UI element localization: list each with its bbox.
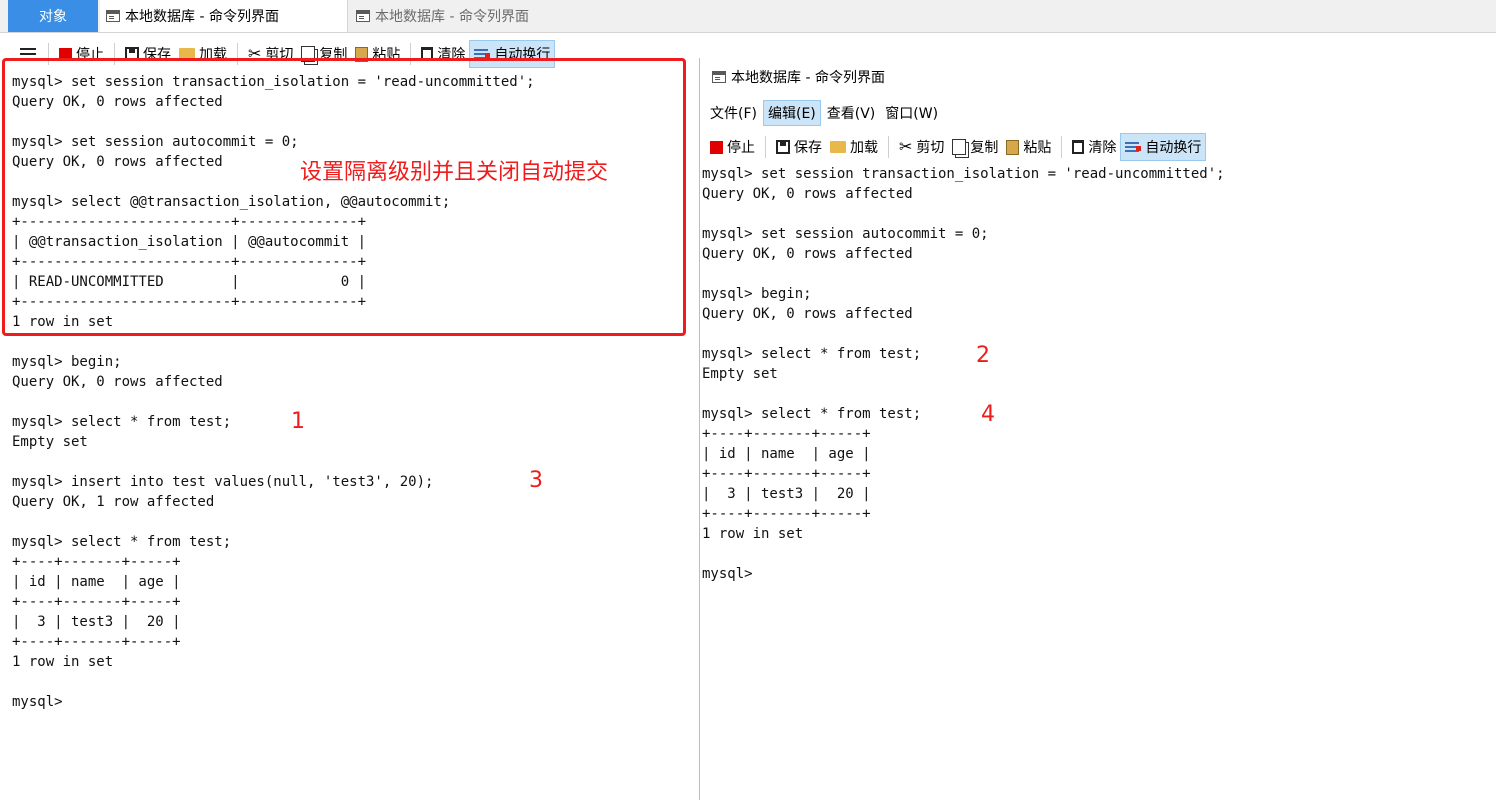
clear-button[interactable]: 清除: [1068, 133, 1120, 161]
annotation-step-3: 3: [529, 468, 543, 493]
word-wrap-icon: [1125, 140, 1142, 154]
copy-icon: [952, 139, 967, 155]
right-window-title: 本地数据库 - 命令列界面: [731, 70, 885, 86]
paste-label: 粘贴: [1023, 140, 1052, 156]
tab-command-line-1-label: 本地数据库 - 命令列界面: [125, 9, 279, 25]
terminal-window-icon: [356, 10, 370, 22]
terminal-window-icon: [712, 71, 726, 83]
menu-file[interactable]: 文件(F): [706, 101, 761, 125]
toolbar-divider: [765, 136, 766, 158]
annotation-step-4: 4: [981, 402, 995, 427]
tab-bar: 对象 本地数据库 - 命令列界面 本地数据库 - 命令列界面: [0, 0, 1496, 33]
terminal-window-icon: [106, 10, 120, 22]
right-toolbar: 停止 保存 加载 ✂ 剪切 复制 粘贴 清除 自动换行: [706, 131, 1207, 163]
word-wrap-button[interactable]: 自动换行: [1120, 133, 1207, 161]
highlight-box: [2, 58, 686, 336]
scissors-icon: ✂: [899, 137, 913, 156]
folder-icon: [830, 141, 846, 153]
tab-command-line-1[interactable]: 本地数据库 - 命令列界面: [100, 0, 348, 32]
stop-label: 停止: [727, 140, 755, 156]
stop-icon: [710, 140, 723, 154]
save-button[interactable]: 保存: [772, 133, 826, 161]
right-menubar: 文件(F) 编辑(E) 查看(V) 窗口(W): [700, 98, 944, 128]
trash-icon: [1072, 140, 1085, 154]
tab-objects-label: 对象: [39, 9, 67, 25]
cut-label: 剪切: [916, 140, 945, 156]
save-icon: [776, 140, 790, 154]
stop-button[interactable]: 停止: [706, 133, 759, 161]
copy-button[interactable]: 复制: [948, 133, 1002, 161]
menu-view[interactable]: 查看(V): [823, 101, 880, 125]
right-window-titlebar: 本地数据库 - 命令列界面: [700, 58, 1496, 96]
toolbar-divider: [888, 136, 889, 158]
toolbar-divider: [1061, 136, 1063, 158]
load-label: 加载: [850, 140, 878, 156]
annotation-step-1: 1: [291, 409, 305, 434]
word-wrap-label: 自动换行: [1145, 140, 1202, 156]
menu-window[interactable]: 窗口(W): [881, 101, 942, 125]
load-button[interactable]: 加载: [826, 133, 882, 161]
annotation-isolation-note: 设置隔离级别并且关闭自动提交: [300, 160, 609, 185]
save-label: 保存: [794, 140, 822, 156]
clipboard-icon: [1006, 139, 1020, 155]
right-terminal-output[interactable]: mysql> set session transaction_isolation…: [702, 164, 1225, 584]
menu-edit[interactable]: 编辑(E): [762, 100, 821, 126]
tab-objects[interactable]: 对象: [8, 0, 98, 32]
menu-icon[interactable]: [20, 53, 36, 55]
tab-command-line-2-label: 本地数据库 - 命令列界面: [375, 9, 529, 25]
copy-label: 复制: [970, 140, 999, 156]
annotation-step-2: 2: [976, 343, 990, 368]
clear-label: 清除: [1088, 140, 1117, 156]
cut-button[interactable]: ✂ 剪切: [895, 133, 948, 161]
paste-button[interactable]: 粘贴: [1002, 133, 1055, 161]
tab-command-line-2[interactable]: 本地数据库 - 命令列界面: [350, 0, 710, 32]
